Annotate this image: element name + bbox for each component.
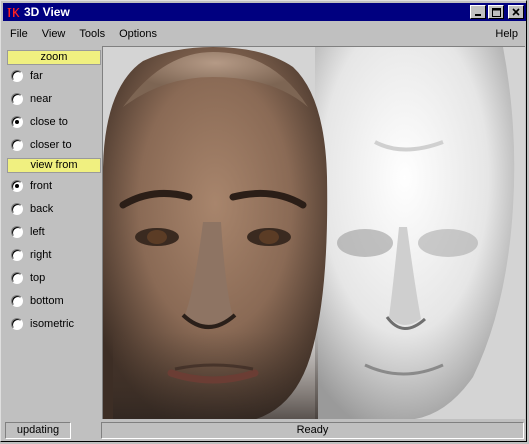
window-title: 3D View bbox=[24, 5, 70, 19]
radio-button[interactable] bbox=[11, 139, 23, 151]
radio-label: closer to bbox=[30, 139, 72, 151]
radio-button[interactable] bbox=[11, 70, 23, 82]
menu-file[interactable]: File bbox=[3, 28, 35, 40]
close-button[interactable] bbox=[508, 5, 524, 19]
view-from-section-label: view from bbox=[7, 158, 101, 173]
zoom-section-label: zoom bbox=[7, 50, 101, 65]
view-option-top[interactable]: top bbox=[11, 269, 45, 287]
radio-label: isometric bbox=[30, 318, 75, 330]
title-bar[interactable]: 3D View bbox=[3, 3, 526, 21]
radio-label: back bbox=[30, 203, 54, 215]
radio-label: bottom bbox=[30, 295, 64, 307]
zoom-option-closer-to[interactable]: closer to bbox=[11, 136, 72, 154]
radio-button[interactable] bbox=[11, 318, 23, 330]
radio-button[interactable] bbox=[11, 180, 23, 192]
radio-button[interactable] bbox=[11, 93, 23, 105]
view-option-right[interactable]: right bbox=[11, 246, 51, 264]
radio-button[interactable] bbox=[11, 203, 23, 215]
radio-button[interactable] bbox=[11, 116, 23, 128]
zoom-option-near[interactable]: near bbox=[11, 90, 52, 108]
menu-help[interactable]: Help bbox=[487, 28, 526, 40]
radio-selected-dot bbox=[15, 120, 19, 124]
radio-selected-dot bbox=[15, 184, 19, 188]
3d-viewport[interactable] bbox=[102, 46, 525, 419]
tk-feather-icon bbox=[5, 5, 21, 19]
maximize-button[interactable] bbox=[488, 5, 504, 19]
zoom-option-far[interactable]: far bbox=[11, 67, 43, 85]
radio-label: near bbox=[30, 93, 53, 105]
status-updating: updating bbox=[5, 422, 71, 439]
menu-view[interactable]: View bbox=[35, 28, 73, 40]
radio-button[interactable] bbox=[11, 295, 23, 307]
radio-button[interactable] bbox=[11, 249, 23, 261]
radio-button[interactable] bbox=[11, 226, 23, 238]
textured-head-model bbox=[103, 47, 328, 419]
view-option-left[interactable]: left bbox=[11, 223, 45, 241]
app-window: 3D View File View Tools Options Help zoo… bbox=[0, 0, 527, 442]
view-option-bottom[interactable]: bottom bbox=[11, 292, 64, 310]
view-option-front[interactable]: front bbox=[11, 177, 52, 195]
radio-button[interactable] bbox=[11, 272, 23, 284]
view-option-isometric[interactable]: isometric bbox=[11, 315, 74, 333]
menu-tools[interactable]: Tools bbox=[72, 28, 112, 40]
radio-label: right bbox=[30, 249, 52, 261]
radio-label: top bbox=[30, 272, 46, 284]
view-controls-panel: zoom far near close to closer to view fr… bbox=[3, 46, 101, 418]
radio-label: far bbox=[30, 70, 43, 82]
status-bar: updating Ready bbox=[3, 422, 526, 440]
menu-options[interactable]: Options bbox=[112, 28, 164, 40]
radio-label: left bbox=[30, 226, 45, 238]
zoom-option-close-to[interactable]: close to bbox=[11, 113, 68, 131]
status-message: Ready bbox=[101, 422, 524, 439]
minimize-button[interactable] bbox=[470, 5, 486, 19]
face-model-render bbox=[103, 47, 515, 419]
view-option-back[interactable]: back bbox=[11, 200, 53, 218]
radio-label: close to bbox=[30, 116, 68, 128]
menu-bar: File View Tools Options Help bbox=[3, 23, 526, 45]
untextured-head-model bbox=[315, 47, 515, 419]
radio-label: front bbox=[30, 180, 53, 192]
